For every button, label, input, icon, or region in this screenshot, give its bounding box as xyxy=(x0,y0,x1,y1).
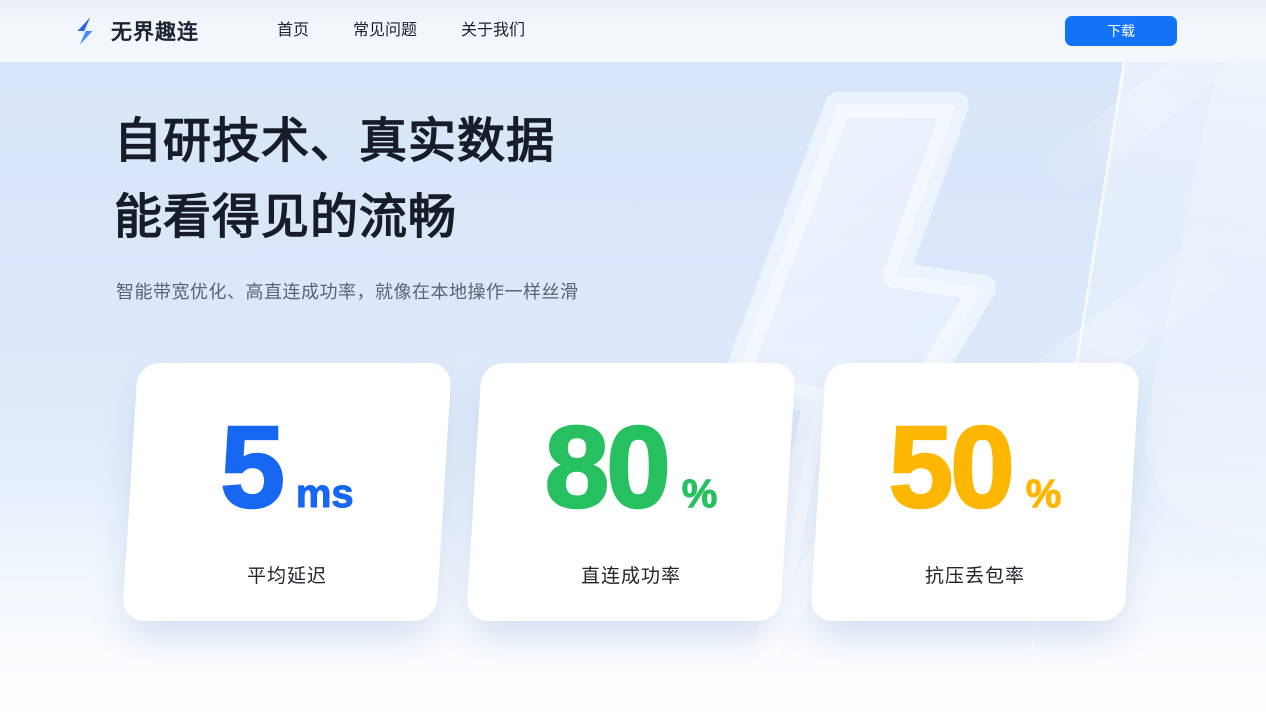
top-nav-bar: 无界趣连 首页 常见问题 关于我们 下载 xyxy=(0,0,1266,62)
nav-item-faq[interactable]: 常见问题 xyxy=(353,0,417,62)
hero-section: 自研技术、真实数据 能看得见的流畅 智能带宽优化、高直连成功率，就像在本地操作一… xyxy=(0,62,1266,717)
brand-logo[interactable]: 无界趣连 xyxy=(70,16,199,46)
main-nav: 首页 常见问题 关于我们 xyxy=(277,0,525,62)
stat-card-packet-loss: 50 % 抗压丢包率 xyxy=(810,363,1140,621)
stat-card-direct-rate: 80 % 直连成功率 xyxy=(466,363,796,621)
stats-card-row: 5 ms 平均延迟 80 % 直连成功率 50 % 抗压丢包率 xyxy=(130,363,1132,621)
stat-value-latency: 5 ms xyxy=(220,409,353,525)
stat-value-packet-loss: 50 % xyxy=(889,409,1062,525)
right-edge-outer-decoration xyxy=(1129,62,1266,559)
hero-title-line2: 能看得见的流畅 xyxy=(114,191,457,244)
stat-label-direct-rate: 直连成功率 xyxy=(581,561,681,588)
stat-label-packet-loss: 抗压丢包率 xyxy=(925,561,1025,588)
diagonal-streak-decoration xyxy=(1034,62,1266,202)
download-button[interactable]: 下载 xyxy=(1065,16,1177,46)
stat-card-latency: 5 ms 平均延迟 xyxy=(122,363,452,621)
hero-subtitle: 智能带宽优化、高直连成功率，就像在本地操作一样丝滑 xyxy=(116,279,579,305)
hero-title-line1: 自研技术、真实数据 xyxy=(114,115,555,168)
nav-item-about[interactable]: 关于我们 xyxy=(461,0,525,62)
brand-bolt-icon xyxy=(70,16,100,46)
hero-title: 自研技术、真实数据 能看得见的流畅 xyxy=(114,104,555,256)
brand-name: 无界趣连 xyxy=(111,16,199,46)
nav-item-home[interactable]: 首页 xyxy=(277,0,309,62)
stat-label-latency: 平均延迟 xyxy=(247,561,327,588)
stat-value-direct-rate: 80 % xyxy=(545,409,718,525)
